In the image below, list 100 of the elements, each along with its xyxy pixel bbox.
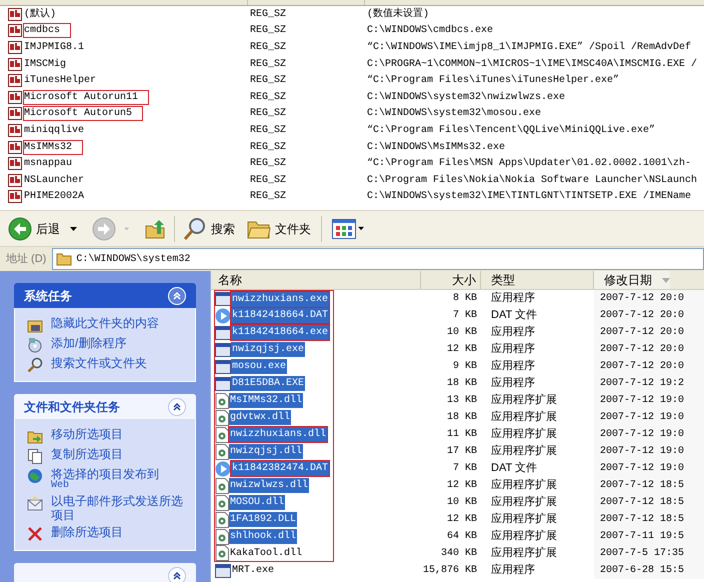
value-name[interactable]: (默认) <box>23 6 68 22</box>
file-name[interactable]: KakaTool.dll <box>229 546 304 560</box>
task-link[interactable]: 将选择的项目发布到 <box>51 467 191 481</box>
value-type: REG_SZ <box>250 24 288 38</box>
file-size: 64 KB <box>446 530 478 544</box>
value-name[interactable]: MsIMMs32 <box>23 140 84 155</box>
panel-title[interactable]: 系统任务 <box>24 286 72 304</box>
value-name[interactable]: Microsoft Autorun11 <box>23 90 150 105</box>
file-date: 2007-7-12 19:0 <box>594 443 704 460</box>
views-button[interactable] <box>332 218 365 238</box>
gear-file-icon <box>215 545 229 561</box>
file-size: 12 KB <box>446 479 478 493</box>
value-name[interactable]: NSLauncher <box>23 172 96 188</box>
file-type: 应用程序扩展 <box>490 478 558 494</box>
column-header[interactable]: 修改日期 <box>594 271 670 289</box>
file-name[interactable]: nwizqjsj.dll <box>229 444 304 459</box>
file-name[interactable]: MRT.exe <box>231 563 276 578</box>
folders-button[interactable]: 文件夹 <box>247 218 311 240</box>
task-link[interactable]: 移动所选项目 <box>51 427 191 441</box>
address-field[interactable]: C:\WINDOWS\system32 <box>52 248 704 270</box>
file-name[interactable]: nwizzhuxians.exe <box>231 292 330 306</box>
dropdown-caret-icon[interactable] <box>70 226 78 232</box>
string-value-icon <box>8 107 22 120</box>
file-date: 2007-7-12 20:0 <box>594 324 704 341</box>
file-type: DAT 文件 <box>490 460 538 476</box>
value-name[interactable]: miniqqlive <box>23 122 96 138</box>
string-value-icon <box>8 90 22 104</box>
file-name[interactable]: 1FA1892.DLL <box>229 512 298 527</box>
file-date: 2007-7-12 20:0 <box>594 358 704 375</box>
back-button[interactable]: 后退 <box>8 216 60 240</box>
value-type: REG_SZ <box>250 58 288 72</box>
string-value-icon <box>8 58 22 71</box>
file-name[interactable]: gdvtwx.dll <box>229 410 292 425</box>
value-type: REG_SZ <box>250 90 288 105</box>
search-icon <box>183 216 207 240</box>
up-folder-icon[interactable] <box>144 218 166 240</box>
file-type: 应用程序扩展 <box>490 444 558 460</box>
file-name[interactable]: k11842418664.exe <box>231 325 330 340</box>
value-data: “C:\Program Files\iTunes\iTunesHelper.exe” <box>367 74 620 88</box>
file-name[interactable]: nwizwlwzs.dll <box>229 478 310 493</box>
value-type: REG_SZ <box>250 40 288 55</box>
task-link[interactable]: Web <box>51 481 191 491</box>
file-date: 2007-7-12 20:0 <box>594 307 704 324</box>
collapse-button[interactable] <box>168 398 186 416</box>
dropdown-caret-icon <box>358 226 365 231</box>
file-name[interactable]: shlhook.dll <box>229 529 298 544</box>
file-name[interactable]: mosou.exe <box>231 359 288 374</box>
file-size: 17 KB <box>446 445 478 459</box>
address-label: 地址 (D) <box>5 252 48 267</box>
value-data: C:\Program Files\Nokia\Nokia Software Launcher\NSLaunch <box>367 174 698 188</box>
program-icon <box>215 564 231 578</box>
value-name[interactable]: iTunesHelper <box>23 73 108 88</box>
search-icon <box>27 357 43 373</box>
column-header[interactable]: 名称 <box>211 271 421 289</box>
sort-arrow-icon <box>662 278 670 282</box>
value-data: C:\WINDOWS\cmdbcs.exe <box>367 24 494 38</box>
value-data: C:\WINDOWS\MsIMMs32.exe <box>367 140 506 155</box>
task-link[interactable]: 复制所选项目 <box>51 447 191 461</box>
file-name[interactable]: MOSOU.dll <box>229 495 286 510</box>
value-name[interactable]: msnappau <box>23 156 84 172</box>
value-name[interactable]: Microsoft Autorun5 <box>23 106 144 122</box>
file-size: 340 KB <box>440 547 478 561</box>
task-link[interactable]: 隐藏此文件夹的内容 <box>51 316 191 330</box>
search-button[interactable]: 搜索 <box>183 216 235 240</box>
value-name[interactable]: PHIME2002A <box>23 189 96 204</box>
file-type: DAT 文件 <box>490 308 538 324</box>
value-type: REG_SZ <box>250 174 288 188</box>
file-date: 2007-7-12 18:5 <box>594 494 704 511</box>
file-name[interactable]: D81E5DBA.EXE <box>231 376 306 391</box>
file-name[interactable]: k11842418664.DAT <box>231 308 330 323</box>
value-data: “C:\Program Files\Tencent\QQLive\MiniQQLive.exe” <box>367 124 656 138</box>
string-value-icon <box>8 174 22 187</box>
file-type: 应用程序 <box>490 342 536 358</box>
file-name[interactable]: nwizzhuxians.dll <box>229 427 328 442</box>
file-type: 应用程序扩展 <box>490 426 558 442</box>
task-link[interactable]: 搜索文件或文件夹 <box>51 356 191 370</box>
file-name[interactable]: nwizqjsj.exe <box>231 342 306 357</box>
collapse-button[interactable] <box>168 566 186 582</box>
file-date: 2007-7-12 19:2 <box>594 375 704 392</box>
string-value-icon <box>8 8 22 21</box>
file-type: 应用程序扩展 <box>490 528 558 544</box>
media-file-icon <box>215 460 231 476</box>
value-data: “C:\Program Files\MSN Apps\Updater\01.02.0002.1001\zh- <box>367 156 692 172</box>
task-link[interactable]: 删除所选项目 <box>51 525 191 539</box>
value-name[interactable]: IMJPMIG8.1 <box>23 40 96 55</box>
column-header[interactable]: 大小 <box>421 271 481 289</box>
grid-view-icon <box>332 218 356 238</box>
file-name[interactable]: MsIMMs32.dll <box>229 393 304 408</box>
value-data: “C:\WINDOWS\IME\imjp8_1\IMJPMIG.EXE” /Spoil /RemAdvDef <box>367 40 692 55</box>
file-date: 2007-7-12 19:0 <box>594 426 704 443</box>
value-name[interactable]: IMSCMig <box>23 56 78 72</box>
file-type: 应用程序 <box>490 376 536 392</box>
task-link[interactable]: 以电子邮件形式发送所选项目 <box>51 494 191 522</box>
task-link[interactable]: 添加/删除程序 <box>51 336 191 350</box>
globe-icon <box>27 468 43 484</box>
value-type: REG_SZ <box>250 107 288 122</box>
value-name[interactable]: cmdbcs <box>23 23 72 38</box>
file-name[interactable]: k11842382474.DAT <box>231 461 330 476</box>
file-size: 12 KB <box>446 513 478 527</box>
file-type: 应用程序扩展 <box>490 392 558 408</box>
